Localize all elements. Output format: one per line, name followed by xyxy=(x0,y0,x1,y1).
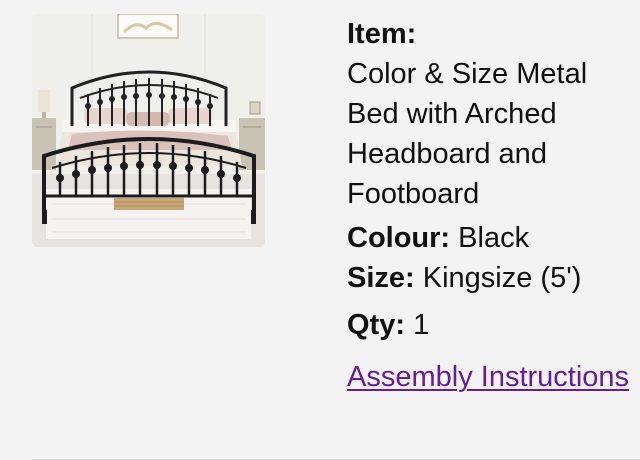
product-image[interactable] xyxy=(32,14,265,247)
colour-value: Black xyxy=(458,222,530,254)
size-row: Size: Kingsize (5') xyxy=(347,258,633,298)
item-name: Color & Size Metal Bed with Arched Headb… xyxy=(347,58,588,210)
assembly-instructions-link[interactable]: Assembly Instructions xyxy=(347,357,633,397)
qty-value: 1 xyxy=(413,309,430,341)
size-label: Size: xyxy=(347,262,415,294)
bed-illustration xyxy=(32,14,265,247)
size-value: Kingsize (5') xyxy=(422,262,582,294)
qty-label: Qty: xyxy=(347,309,405,341)
item-label: Item: xyxy=(347,18,417,50)
colour-row: Colour: Black xyxy=(347,218,633,258)
order-item-details: Item: Color & Size Metal Bed with Arched… xyxy=(347,14,633,397)
qty-row: Qty: 1 xyxy=(347,305,633,345)
colour-label: Colour: xyxy=(347,222,451,254)
